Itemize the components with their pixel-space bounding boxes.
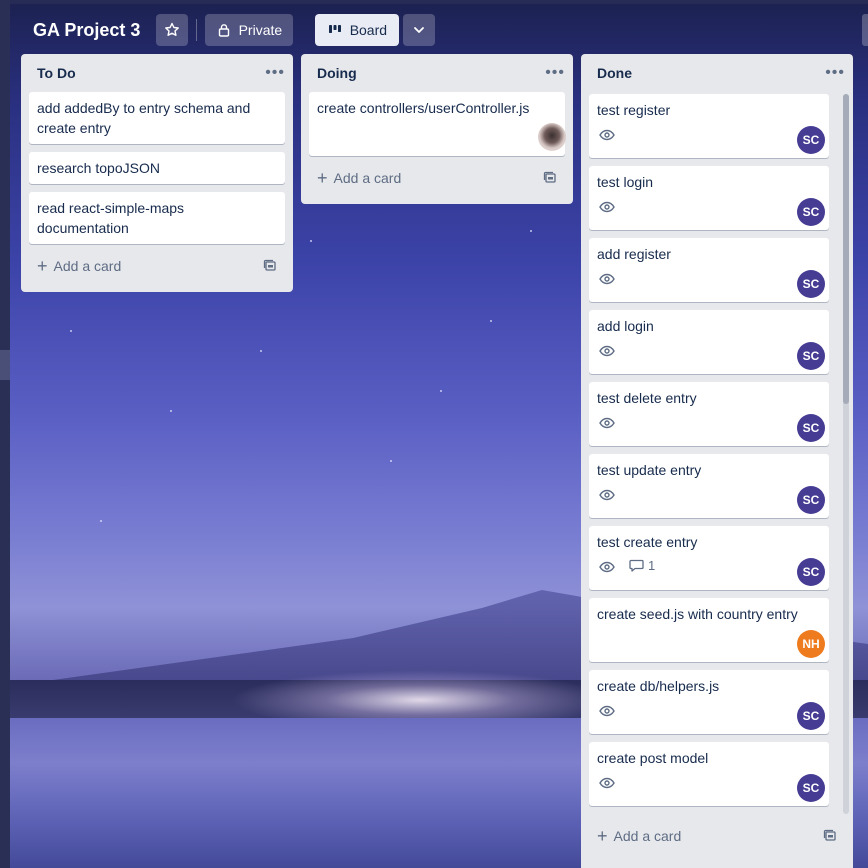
watch-icon: [599, 272, 615, 290]
star-icon: [165, 22, 180, 36]
card-template-icon[interactable]: [823, 829, 837, 843]
plus-icon: +: [317, 168, 328, 188]
add-card-label: Add a card: [613, 828, 682, 844]
watch-icon: [599, 704, 615, 722]
card-title: test login: [597, 174, 654, 190]
card-title: read react-simple-maps documentation: [37, 200, 185, 236]
card-title: test delete entry: [597, 390, 697, 406]
card[interactable]: add addedBy to entry schema and create e…: [29, 92, 285, 144]
card-title: create db/helpers.js: [597, 678, 720, 694]
list-to-do: To Do ••• add addedBy to entry schema an…: [21, 54, 293, 292]
list-title[interactable]: Done: [597, 65, 632, 81]
view-label: Board: [349, 22, 388, 38]
watch-icon: [599, 344, 615, 362]
card-template-icon[interactable]: [543, 171, 557, 185]
add-card-label: Add a card: [53, 258, 122, 274]
list-title[interactable]: To Do: [37, 65, 76, 81]
done-card-list: test register SC test login SC add register S…: [581, 94, 837, 814]
card[interactable]: test update entry SC: [589, 454, 829, 518]
card[interactable]: research topoJSON: [29, 152, 285, 184]
chevron-down-icon: [414, 27, 425, 33]
card[interactable]: read react-simple-maps documentation: [29, 192, 285, 244]
watch-icon: [599, 416, 615, 434]
list-menu-icon[interactable]: •••: [545, 64, 565, 82]
card-title: add addedBy to entry schema and create e…: [37, 100, 251, 136]
add-card-button[interactable]: + Add a card: [29, 252, 285, 280]
card-title: create controllers/userController.js: [317, 100, 530, 116]
card-title: test register: [597, 102, 671, 118]
add-card-button[interactable]: + Add a card: [589, 822, 845, 850]
list-title[interactable]: Doing: [317, 65, 357, 81]
watch-icon: [599, 776, 615, 794]
watch-icon: [599, 560, 615, 578]
watch-icon: [599, 128, 615, 146]
member-avatar[interactable]: SC: [797, 558, 825, 586]
comment-count: 1: [648, 558, 656, 573]
view-dropdown-button[interactable]: [403, 14, 436, 46]
avatar[interactable]: [538, 123, 566, 151]
visibility-label: Private: [238, 22, 283, 38]
add-card-button[interactable]: + Add a card: [309, 164, 565, 192]
add-card-label: Add a card: [333, 170, 402, 186]
lock-icon: [218, 24, 229, 37]
card-title: create seed.js with country entry: [597, 606, 798, 622]
list-menu-icon[interactable]: •••: [265, 64, 285, 82]
side-strip: [0, 0, 10, 868]
comment-count-badge: 1: [629, 558, 655, 573]
card[interactable]: create post model SC: [589, 742, 829, 806]
member-avatar[interactable]: SC: [797, 774, 825, 802]
card[interactable]: test delete entry SC: [589, 382, 829, 446]
card[interactable]: create db/helpers.js SC: [589, 670, 829, 734]
card-title: research topoJSON: [37, 160, 160, 176]
card[interactable]: add login SC: [589, 310, 829, 374]
plus-icon: +: [37, 256, 48, 276]
comment-icon: [629, 559, 644, 572]
card-title: add register: [597, 246, 671, 262]
board-view-button[interactable]: Board: [315, 14, 400, 46]
member-avatar[interactable]: SC: [797, 126, 825, 154]
header-overflow-button[interactable]: [862, 14, 868, 46]
board-header: GA Project 3 Private Board: [10, 4, 868, 56]
card[interactable]: test login SC: [589, 166, 829, 230]
visibility-button[interactable]: Private: [205, 14, 294, 46]
card[interactable]: test create entry 1 SC: [589, 526, 829, 590]
card-template-icon[interactable]: [263, 259, 277, 273]
card[interactable]: create controllers/userController.js: [309, 92, 566, 156]
plus-icon: +: [597, 826, 608, 846]
star-button[interactable]: [156, 14, 189, 46]
member-avatar[interactable]: SC: [797, 702, 825, 730]
list-doing: Doing ••• create controllers/userControl…: [301, 54, 573, 204]
board-title[interactable]: GA Project 3: [33, 20, 140, 41]
member-avatar[interactable]: SC: [797, 486, 825, 514]
member-avatar[interactable]: SC: [797, 270, 825, 298]
card-title: create post model: [597, 750, 709, 766]
watch-icon: [599, 200, 615, 218]
list-menu-icon[interactable]: •••: [825, 64, 845, 82]
member-avatar[interactable]: SC: [797, 342, 825, 370]
card-title: test create entry: [597, 534, 698, 550]
watch-icon: [599, 488, 615, 506]
card[interactable]: add register SC: [589, 238, 829, 302]
member-avatar[interactable]: SC: [797, 414, 825, 442]
card[interactable]: test register SC: [589, 94, 829, 158]
card[interactable]: create seed.js with country entry NH: [589, 598, 829, 662]
card-title: test update entry: [597, 462, 702, 478]
list-done: Done ••• test register SC test login SC add …: [581, 54, 853, 868]
board-view-icon: [328, 25, 341, 33]
card-title: add login: [597, 318, 654, 334]
scrollbar-thumb[interactable]: [843, 94, 849, 404]
member-avatar[interactable]: SC: [797, 198, 825, 226]
member-avatar[interactable]: NH: [797, 630, 825, 658]
